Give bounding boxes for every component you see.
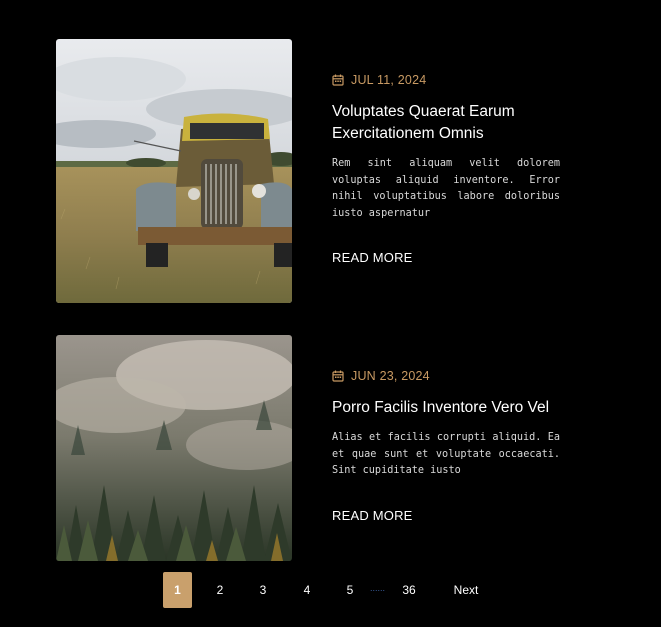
post-content: JUL 11, 2024 Voluptates Quaerat Earum Ex…	[332, 73, 560, 222]
post-meta: JUN 23, 2024	[332, 369, 560, 383]
truck-image	[56, 39, 292, 303]
page-5-button[interactable]: 5	[340, 572, 360, 608]
post-card: JUN 23, 2024 Porro Facilis Inventore Ver…	[56, 335, 566, 561]
post-thumbnail-forest[interactable]	[56, 335, 292, 561]
pagination: 1 2 3 4 5 ...... 36 Next	[0, 572, 661, 608]
post-thumbnail-truck[interactable]	[56, 39, 292, 303]
calendar-icon	[332, 74, 344, 86]
post-title[interactable]: Porro Facilis Inventore Vero Vel	[332, 397, 560, 419]
post-date: JUN 23, 2024	[351, 369, 430, 383]
calendar-icon	[332, 370, 344, 382]
read-more-link[interactable]: READ MORE	[332, 508, 413, 523]
post-excerpt: Alias et facilis corrupti aliquid. Ea et…	[332, 432, 560, 476]
page-4-button[interactable]: 4	[297, 572, 317, 608]
page-3-button[interactable]: 3	[253, 572, 273, 608]
page-1-button[interactable]: 1	[163, 572, 192, 608]
post-title[interactable]: Voluptates Quaerat Earum Exercitationem …	[332, 101, 560, 145]
post-meta: JUL 11, 2024	[332, 73, 560, 87]
page-2-button[interactable]: 2	[210, 572, 230, 608]
page-36-button[interactable]: 36	[397, 572, 421, 608]
post-date: JUL 11, 2024	[351, 73, 427, 87]
blog-list-page: JUL 11, 2024 Voluptates Quaerat Earum Ex…	[0, 0, 661, 627]
post-card: JUL 11, 2024 Voluptates Quaerat Earum Ex…	[56, 39, 566, 303]
read-more-link[interactable]: READ MORE	[332, 250, 413, 265]
pagination-ellipsis: ......	[370, 583, 386, 593]
post-excerpt: Rem sint aliquam velit dolorem voluptas …	[332, 158, 560, 219]
post-content: JUN 23, 2024 Porro Facilis Inventore Ver…	[332, 369, 560, 480]
forest-image	[56, 335, 292, 561]
next-page-button[interactable]: Next	[448, 572, 484, 608]
